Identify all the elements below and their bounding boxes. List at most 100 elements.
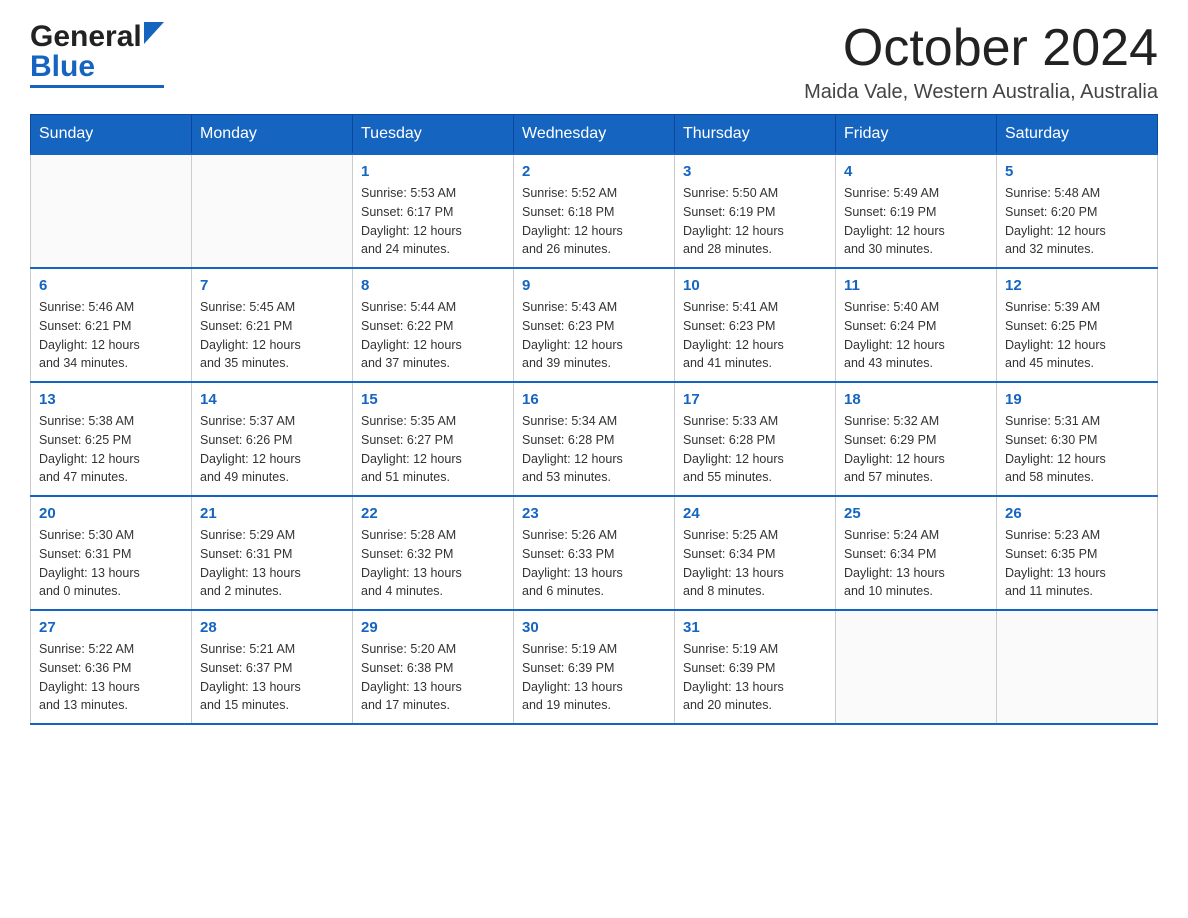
calendar-cell: 19 Sunrise: 5:31 AM Sunset: 6:30 PM Dayli… bbox=[997, 382, 1158, 496]
calendar-cell: 29 Sunrise: 5:20 AM Sunset: 6:38 PM Dayli… bbox=[353, 610, 514, 724]
day-details: Sunrise: 5:20 AM Sunset: 6:38 PM Dayligh… bbox=[361, 640, 505, 715]
logo-underline bbox=[30, 85, 164, 88]
day-number: 29 bbox=[361, 619, 505, 636]
day-number: 1 bbox=[361, 163, 505, 180]
logo-blue-text: Blue bbox=[30, 50, 95, 84]
calendar-cell: 10 Sunrise: 5:41 AM Sunset: 6:23 PM Dayli… bbox=[675, 268, 836, 382]
calendar-cell: 7 Sunrise: 5:45 AM Sunset: 6:21 PM Daylig… bbox=[192, 268, 353, 382]
day-number: 19 bbox=[1005, 391, 1149, 408]
day-number: 28 bbox=[200, 619, 344, 636]
calendar-day-header: Saturday bbox=[997, 115, 1158, 155]
day-number: 26 bbox=[1005, 505, 1149, 522]
day-details: Sunrise: 5:41 AM Sunset: 6:23 PM Dayligh… bbox=[683, 298, 827, 373]
calendar-cell: 20Sunrise: 5:30 AM Sunset: 6:31 PM Dayli… bbox=[31, 496, 192, 610]
day-number: 22 bbox=[361, 505, 505, 522]
day-number: 21 bbox=[200, 505, 344, 522]
calendar-cell: 12 Sunrise: 5:39 AM Sunset: 6:25 PM Dayli… bbox=[997, 268, 1158, 382]
calendar-cell bbox=[997, 610, 1158, 724]
day-details: Sunrise: 5:32 AM Sunset: 6:29 PM Dayligh… bbox=[844, 412, 988, 487]
calendar-cell: 30 Sunrise: 5:19 AM Sunset: 6:39 PM Dayli… bbox=[514, 610, 675, 724]
day-number: 7 bbox=[200, 277, 344, 294]
day-number: 10 bbox=[683, 277, 827, 294]
day-details: Sunrise: 5:21 AM Sunset: 6:37 PM Dayligh… bbox=[200, 640, 344, 715]
day-details: Sunrise: 5:44 AM Sunset: 6:22 PM Dayligh… bbox=[361, 298, 505, 373]
day-details: Sunrise: 5:38 AM Sunset: 6:25 PM Dayligh… bbox=[39, 412, 183, 487]
calendar-cell bbox=[836, 610, 997, 724]
day-details: Sunrise: 5:35 AM Sunset: 6:27 PM Dayligh… bbox=[361, 412, 505, 487]
calendar-cell: 9Sunrise: 5:43 AM Sunset: 6:23 PM Daylig… bbox=[514, 268, 675, 382]
day-details: Sunrise: 5:53 AM Sunset: 6:17 PM Dayligh… bbox=[361, 184, 505, 259]
day-details: Sunrise: 5:37 AM Sunset: 6:26 PM Dayligh… bbox=[200, 412, 344, 487]
calendar-cell: 6Sunrise: 5:46 AM Sunset: 6:21 PM Daylig… bbox=[31, 268, 192, 382]
calendar-cell: 11 Sunrise: 5:40 AM Sunset: 6:24 PM Dayli… bbox=[836, 268, 997, 382]
day-details: Sunrise: 5:31 AM Sunset: 6:30 PM Dayligh… bbox=[1005, 412, 1149, 487]
day-details: Sunrise: 5:50 AM Sunset: 6:19 PM Dayligh… bbox=[683, 184, 827, 259]
day-number: 27 bbox=[39, 619, 183, 636]
day-number: 17 bbox=[683, 391, 827, 408]
calendar-cell: 26 Sunrise: 5:23 AM Sunset: 6:35 PM Dayli… bbox=[997, 496, 1158, 610]
calendar-cell: 4Sunrise: 5:49 AM Sunset: 6:19 PM Daylig… bbox=[836, 154, 997, 268]
day-details: Sunrise: 5:48 AM Sunset: 6:20 PM Dayligh… bbox=[1005, 184, 1149, 259]
month-title: October 2024 bbox=[804, 20, 1158, 77]
calendar-cell: 1 Sunrise: 5:53 AM Sunset: 6:17 PM Daylig… bbox=[353, 154, 514, 268]
day-number: 8 bbox=[361, 277, 505, 294]
calendar-header-row: SundayMondayTuesdayWednesdayThursdayFrid… bbox=[31, 115, 1158, 155]
day-number: 3 bbox=[683, 163, 827, 180]
day-details: Sunrise: 5:43 AM Sunset: 6:23 PM Dayligh… bbox=[522, 298, 666, 373]
day-number: 14 bbox=[200, 391, 344, 408]
calendar-cell: 31Sunrise: 5:19 AM Sunset: 6:39 PM Dayli… bbox=[675, 610, 836, 724]
day-details: Sunrise: 5:28 AM Sunset: 6:32 PM Dayligh… bbox=[361, 526, 505, 601]
calendar-day-header: Thursday bbox=[675, 115, 836, 155]
calendar-cell: 5Sunrise: 5:48 AM Sunset: 6:20 PM Daylig… bbox=[997, 154, 1158, 268]
calendar-cell: 18Sunrise: 5:32 AM Sunset: 6:29 PM Dayli… bbox=[836, 382, 997, 496]
logo: General Blue bbox=[30, 20, 164, 88]
calendar-cell: 24 Sunrise: 5:25 AM Sunset: 6:34 PM Dayli… bbox=[675, 496, 836, 610]
calendar-cell: 14 Sunrise: 5:37 AM Sunset: 6:26 PM Dayli… bbox=[192, 382, 353, 496]
day-number: 23 bbox=[522, 505, 666, 522]
day-details: Sunrise: 5:29 AM Sunset: 6:31 PM Dayligh… bbox=[200, 526, 344, 601]
calendar-day-header: Tuesday bbox=[353, 115, 514, 155]
calendar-cell: 27 Sunrise: 5:22 AM Sunset: 6:36 PM Dayli… bbox=[31, 610, 192, 724]
calendar-day-header: Wednesday bbox=[514, 115, 675, 155]
day-number: 24 bbox=[683, 505, 827, 522]
logo-arrow-icon bbox=[144, 22, 164, 49]
day-details: Sunrise: 5:34 AM Sunset: 6:28 PM Dayligh… bbox=[522, 412, 666, 487]
logo-general-text: General bbox=[30, 20, 142, 54]
page-header: General Blue October 2024 Maida Vale, We… bbox=[30, 20, 1158, 104]
calendar-day-header: Friday bbox=[836, 115, 997, 155]
day-details: Sunrise: 5:33 AM Sunset: 6:28 PM Dayligh… bbox=[683, 412, 827, 487]
location-subtitle: Maida Vale, Western Australia, Australia bbox=[804, 81, 1158, 104]
day-details: Sunrise: 5:39 AM Sunset: 6:25 PM Dayligh… bbox=[1005, 298, 1149, 373]
day-number: 15 bbox=[361, 391, 505, 408]
calendar-cell: 8 Sunrise: 5:44 AM Sunset: 6:22 PM Daylig… bbox=[353, 268, 514, 382]
calendar-cell: 23Sunrise: 5:26 AM Sunset: 6:33 PM Dayli… bbox=[514, 496, 675, 610]
day-details: Sunrise: 5:19 AM Sunset: 6:39 PM Dayligh… bbox=[522, 640, 666, 715]
day-details: Sunrise: 5:25 AM Sunset: 6:34 PM Dayligh… bbox=[683, 526, 827, 601]
calendar-cell: 15 Sunrise: 5:35 AM Sunset: 6:27 PM Dayli… bbox=[353, 382, 514, 496]
day-details: Sunrise: 5:24 AM Sunset: 6:34 PM Dayligh… bbox=[844, 526, 988, 601]
day-number: 4 bbox=[844, 163, 988, 180]
day-number: 2 bbox=[522, 163, 666, 180]
day-details: Sunrise: 5:40 AM Sunset: 6:24 PM Dayligh… bbox=[844, 298, 988, 373]
day-number: 6 bbox=[39, 277, 183, 294]
day-number: 13 bbox=[39, 391, 183, 408]
calendar-week-row: 20Sunrise: 5:30 AM Sunset: 6:31 PM Dayli… bbox=[31, 496, 1158, 610]
calendar-cell bbox=[31, 154, 192, 268]
day-details: Sunrise: 5:45 AM Sunset: 6:21 PM Dayligh… bbox=[200, 298, 344, 373]
day-details: Sunrise: 5:30 AM Sunset: 6:31 PM Dayligh… bbox=[39, 526, 183, 601]
calendar-cell: 21 Sunrise: 5:29 AM Sunset: 6:31 PM Dayli… bbox=[192, 496, 353, 610]
day-details: Sunrise: 5:22 AM Sunset: 6:36 PM Dayligh… bbox=[39, 640, 183, 715]
calendar-day-header: Sunday bbox=[31, 115, 192, 155]
day-details: Sunrise: 5:23 AM Sunset: 6:35 PM Dayligh… bbox=[1005, 526, 1149, 601]
calendar-cell: 28 Sunrise: 5:21 AM Sunset: 6:37 PM Dayli… bbox=[192, 610, 353, 724]
day-number: 11 bbox=[844, 277, 988, 294]
day-details: Sunrise: 5:52 AM Sunset: 6:18 PM Dayligh… bbox=[522, 184, 666, 259]
calendar-cell: 13 Sunrise: 5:38 AM Sunset: 6:25 PM Dayli… bbox=[31, 382, 192, 496]
day-number: 30 bbox=[522, 619, 666, 636]
calendar-cell: 2 Sunrise: 5:52 AM Sunset: 6:18 PM Daylig… bbox=[514, 154, 675, 268]
day-number: 12 bbox=[1005, 277, 1149, 294]
calendar-table: SundayMondayTuesdayWednesdayThursdayFrid… bbox=[30, 114, 1158, 725]
day-number: 16 bbox=[522, 391, 666, 408]
day-number: 25 bbox=[844, 505, 988, 522]
calendar-cell bbox=[192, 154, 353, 268]
